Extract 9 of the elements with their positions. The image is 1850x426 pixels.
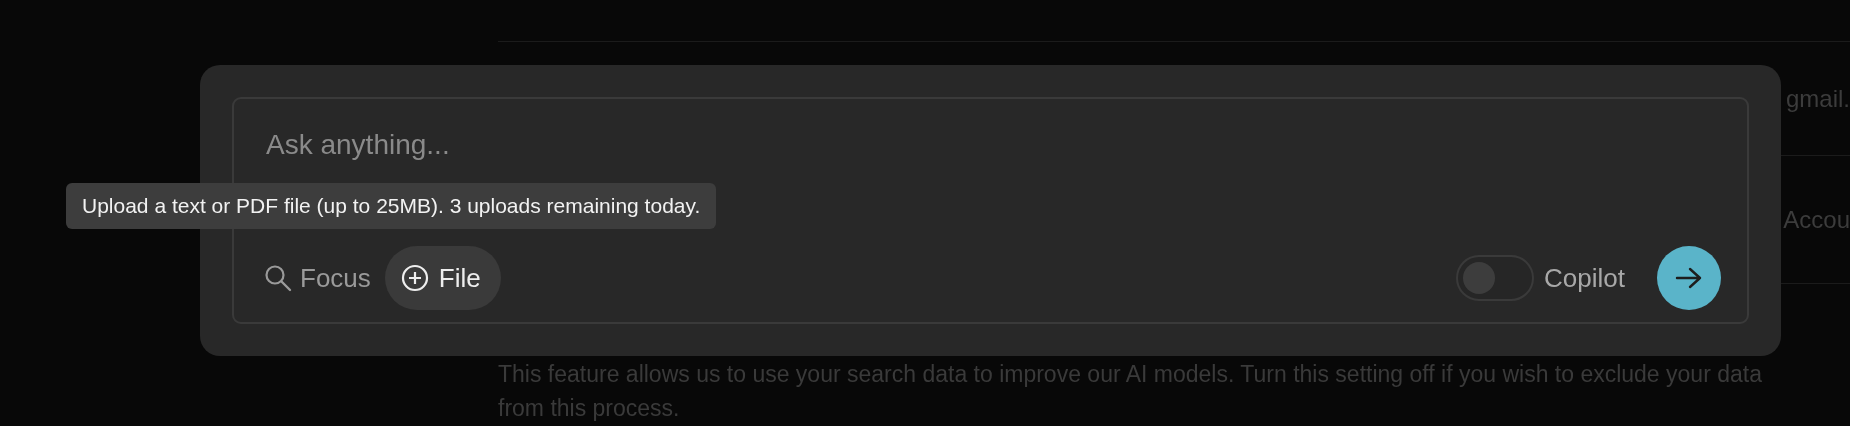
copilot-label: Copilot xyxy=(1544,262,1625,294)
file-button[interactable]: File xyxy=(384,246,501,310)
plus-circle-icon xyxy=(400,264,429,292)
focus-button[interactable]: Focus xyxy=(254,254,385,302)
upload-tooltip: Upload a text or PDF file (up to 25MB). 3 uploads remaining today. xyxy=(66,183,717,229)
search-icon xyxy=(264,264,292,292)
ask-input-field[interactable]: Ask anything... xyxy=(254,123,878,167)
arrow-right-icon xyxy=(1675,266,1703,290)
copilot-toggle[interactable] xyxy=(1456,255,1535,301)
